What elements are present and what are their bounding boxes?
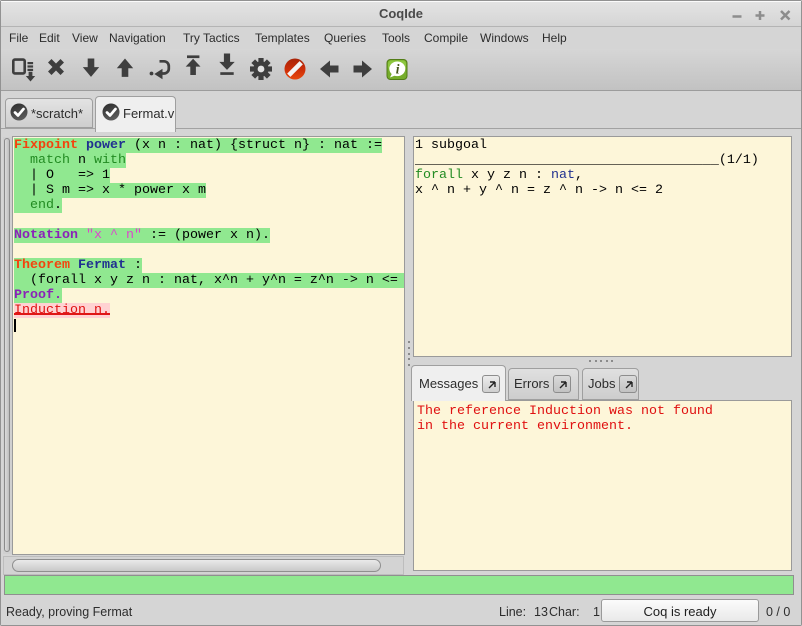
svg-text:i: i xyxy=(396,62,400,77)
